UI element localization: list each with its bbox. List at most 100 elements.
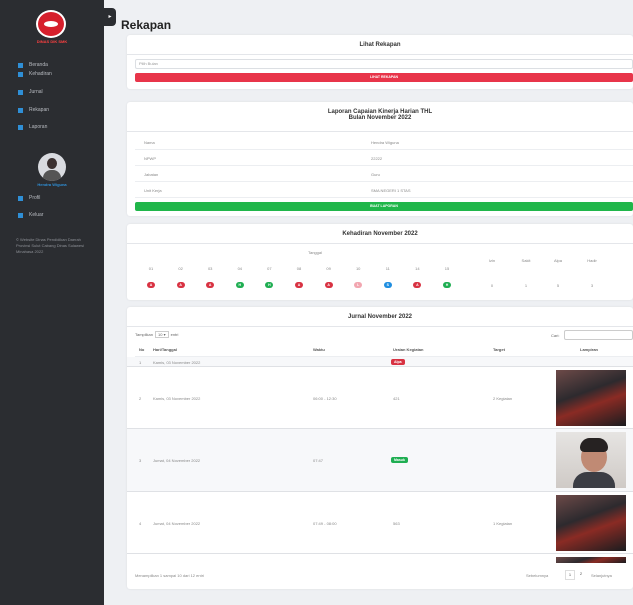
prev-page-button[interactable]: Sebelumnya bbox=[526, 573, 548, 578]
date-cell: 04 bbox=[237, 266, 243, 271]
date-cell: 10 bbox=[355, 266, 361, 271]
page-button[interactable]: 1 bbox=[565, 570, 575, 580]
attachment-image[interactable] bbox=[556, 432, 626, 488]
date-cell: 14 bbox=[415, 266, 420, 271]
attendance-status-badge: A bbox=[147, 282, 155, 288]
report-icon bbox=[18, 124, 23, 130]
column-header[interactable]: No bbox=[139, 347, 144, 352]
table-info: Menampilkan 1 sampai 10 dari 12 entri bbox=[135, 573, 204, 578]
column-header[interactable]: Hari/Tanggal bbox=[153, 347, 177, 352]
date-cell: 08 bbox=[296, 266, 302, 271]
info-row-nama: Nama Hendra Wiguna bbox=[135, 134, 633, 150]
sidebar-footer: © Website Dinas Pendidikan Daerah Provin… bbox=[16, 237, 85, 254]
date-cell: 15 bbox=[444, 266, 450, 271]
lihat-rekapan-card: Lihat Rekapan Pilih Bulan LIHAT REKAPAN bbox=[127, 35, 633, 89]
card-heading: Jurnal November 2022 bbox=[127, 307, 633, 327]
buat-laporan-button[interactable]: BUAT LAPORAN bbox=[135, 202, 633, 211]
laporan-heading: Laporan Capaian Kinerja Harian THL Bulan… bbox=[127, 102, 633, 132]
info-row-npwp: NPWP 22222 bbox=[135, 150, 633, 166]
logo-text: DINAS DIK SMK bbox=[36, 39, 68, 44]
column-header[interactable]: Lampiran bbox=[580, 347, 598, 352]
sidebar-item-rekapan[interactable]: Rekapan bbox=[0, 102, 104, 118]
attachment-image[interactable] bbox=[556, 495, 626, 551]
person-hair bbox=[580, 438, 608, 452]
status-badge: Alpa bbox=[391, 359, 405, 365]
cell-time: 06:00 - 12:30 bbox=[313, 396, 337, 401]
lihat-rekapan-button[interactable]: LIHAT REKAPAN bbox=[135, 73, 633, 82]
logout-icon bbox=[18, 212, 23, 218]
sidebar-item-label: Jurnal bbox=[29, 89, 43, 95]
page-button[interactable]: 2 bbox=[576, 570, 586, 580]
attendance-status-badge: H bbox=[443, 282, 451, 288]
sidebar-toggle-button[interactable]: ▸ bbox=[104, 8, 116, 26]
info-label: Jabatan bbox=[144, 172, 159, 177]
table-row[interactable]: 4 Jumat, 04 November 2022 07:49 - 08:00 1 K… bbox=[127, 492, 633, 554]
date-cell: 01 bbox=[148, 266, 154, 271]
calendar-icon bbox=[18, 71, 23, 77]
sidebar-item-profil[interactable]: Profil bbox=[0, 190, 104, 206]
sidebar-item-label: Laporan bbox=[29, 124, 48, 130]
column-header[interactable]: Uraian Kegiatan bbox=[393, 347, 423, 352]
info-row-unit-kerja: Unit Kerja SMA NEGERI 1 STAS bbox=[135, 182, 633, 198]
date-cell: 03 bbox=[207, 266, 213, 271]
date-cell: 07 bbox=[267, 266, 272, 271]
search-input[interactable] bbox=[564, 330, 633, 340]
show-suffix: entri bbox=[170, 332, 179, 337]
user-name: Hendra Wiguna bbox=[37, 182, 67, 187]
cell-time: 07:47 bbox=[313, 458, 324, 463]
cell-date: Jumat, 04 November 2022 bbox=[153, 521, 201, 526]
info-row-jabatan: Jabatan Guru bbox=[135, 166, 633, 182]
attendance-status-badge: A bbox=[295, 282, 303, 288]
attendance-status-badge: H bbox=[265, 282, 274, 288]
kehadiran-card: Kehadiran November 2022 Tanggal 01 02 03 04… bbox=[127, 224, 633, 300]
cell-no: 3 bbox=[139, 458, 142, 463]
cell-date: Kamis, 03 November 2022 bbox=[153, 396, 201, 401]
attachment-image[interactable] bbox=[556, 557, 626, 563]
status-badge: Masuk bbox=[391, 457, 408, 463]
sidebar-item-label: Rekapan bbox=[29, 107, 50, 113]
cell-no: 1 bbox=[139, 360, 142, 365]
cell-desc: 563 bbox=[393, 521, 400, 526]
sidebar-item-keluar[interactable]: Keluar bbox=[0, 207, 104, 223]
info-value: SMA NEGERI 1 STAS bbox=[371, 188, 411, 193]
summary-header: Hadir bbox=[587, 258, 597, 263]
avatar bbox=[38, 153, 66, 181]
info-label: Nama bbox=[144, 140, 155, 145]
table-row[interactable]: 1 Kamis, 03 November 2022 Alpa bbox=[127, 357, 633, 367]
attachment-image[interactable] bbox=[556, 370, 626, 426]
entries-select[interactable]: 10 ▾ bbox=[155, 331, 169, 338]
profile-icon bbox=[18, 195, 23, 201]
summary-value: 5 bbox=[556, 283, 560, 288]
cell-time: 07:49 - 08:00 bbox=[313, 521, 337, 526]
cell-no: 4 bbox=[139, 521, 142, 526]
show-label: Tampilkan bbox=[135, 332, 154, 337]
cell-no: 2 bbox=[139, 396, 142, 401]
person-body bbox=[573, 472, 615, 488]
summary-header: Alpa bbox=[553, 258, 562, 263]
info-label: Unit Kerja bbox=[144, 188, 162, 193]
laporan-subtitle: Bulan November 2022 bbox=[348, 115, 412, 121]
summary-value: 0 bbox=[490, 283, 494, 288]
table-row[interactable]: 3 Jumat, 04 November 2022 07:47 Masuk bbox=[127, 429, 633, 492]
date-cell: 11 bbox=[385, 266, 390, 271]
laporan-card: Laporan Capaian Kinerja Harian THL Bulan… bbox=[127, 102, 633, 216]
sidebar-item-jurnal[interactable]: Jurnal bbox=[0, 84, 104, 100]
sidebar-item-kehadiran[interactable]: Kehadiran bbox=[0, 66, 104, 82]
entries-control: Tampilkan 10 ▾ entri bbox=[135, 331, 178, 338]
attendance-status-badge: S bbox=[383, 282, 392, 288]
info-value: Hendra Wiguna bbox=[371, 140, 399, 145]
date-cell: 09 bbox=[326, 266, 331, 271]
sidebar-item-laporan[interactable]: Laporan bbox=[0, 119, 104, 135]
sidebar-item-label: Kehadiran bbox=[29, 71, 52, 77]
attendance-status-badge: A bbox=[413, 282, 422, 288]
logo-icon[interactable] bbox=[36, 10, 66, 38]
card-heading: Kehadiran November 2022 bbox=[127, 224, 633, 244]
table-row[interactable]: 2 Kamis, 03 November 2022 06:00 - 12:30 2 K… bbox=[127, 367, 633, 429]
month-select-input[interactable]: Pilih Bulan bbox=[135, 59, 633, 69]
card-heading: Lihat Rekapan bbox=[127, 35, 633, 55]
info-value: 22222 bbox=[371, 156, 383, 161]
cell-date: Kamis, 03 November 2022 bbox=[153, 360, 201, 365]
next-page-button[interactable]: Selanjutnya bbox=[591, 573, 612, 578]
column-header[interactable]: Waktu bbox=[313, 347, 325, 352]
column-header[interactable]: Target bbox=[493, 347, 505, 352]
